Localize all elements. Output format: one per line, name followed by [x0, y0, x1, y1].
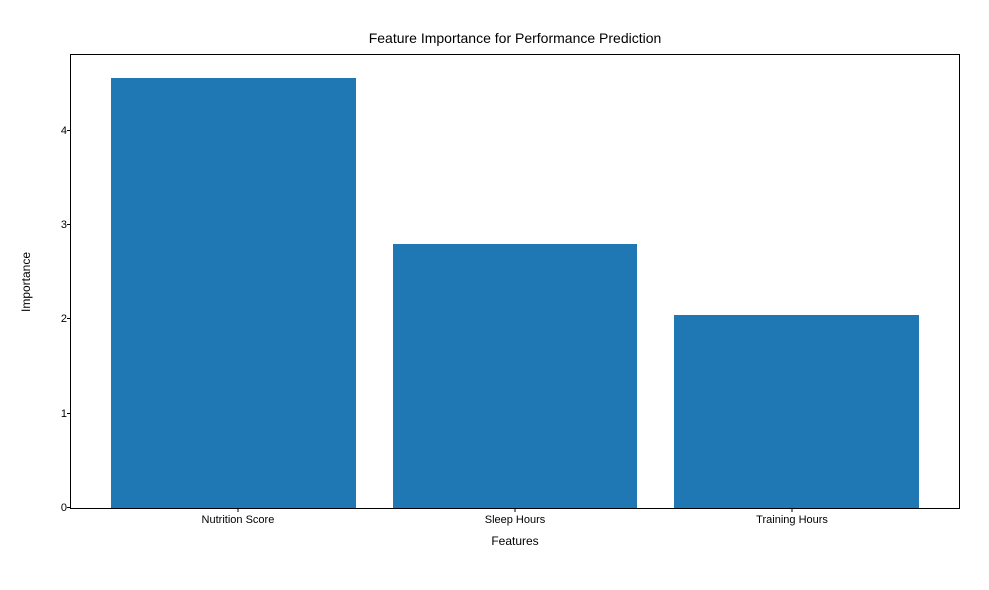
- x-tick-mark: [515, 508, 516, 512]
- plot-area: Importance 0 1 2 3 4 Nutrition Score Sle…: [70, 54, 960, 509]
- bar-sleep-hours: [393, 244, 638, 508]
- x-tick-label: Training Hours: [756, 514, 828, 526]
- y-tick-label: 1: [59, 408, 67, 420]
- x-tick-label: Sleep Hours: [485, 514, 546, 526]
- y-tick-label: 4: [59, 125, 67, 137]
- x-tick-mark: [237, 508, 238, 512]
- y-tick-label: 2: [59, 313, 67, 325]
- x-tick-label: Nutrition Score: [202, 514, 275, 526]
- bar-nutrition-score: [111, 78, 356, 508]
- chart-container: Feature Importance for Performance Predi…: [70, 30, 960, 520]
- x-tick-mark: [792, 508, 793, 512]
- x-axis-label: Features: [491, 534, 538, 548]
- bars-wrapper: [71, 55, 959, 508]
- y-axis-label: Importance: [19, 251, 33, 311]
- chart-title: Feature Importance for Performance Predi…: [70, 30, 960, 46]
- y-tick-label: 3: [59, 219, 67, 231]
- y-tick-label: 0: [59, 502, 67, 514]
- bar-training-hours: [674, 315, 919, 508]
